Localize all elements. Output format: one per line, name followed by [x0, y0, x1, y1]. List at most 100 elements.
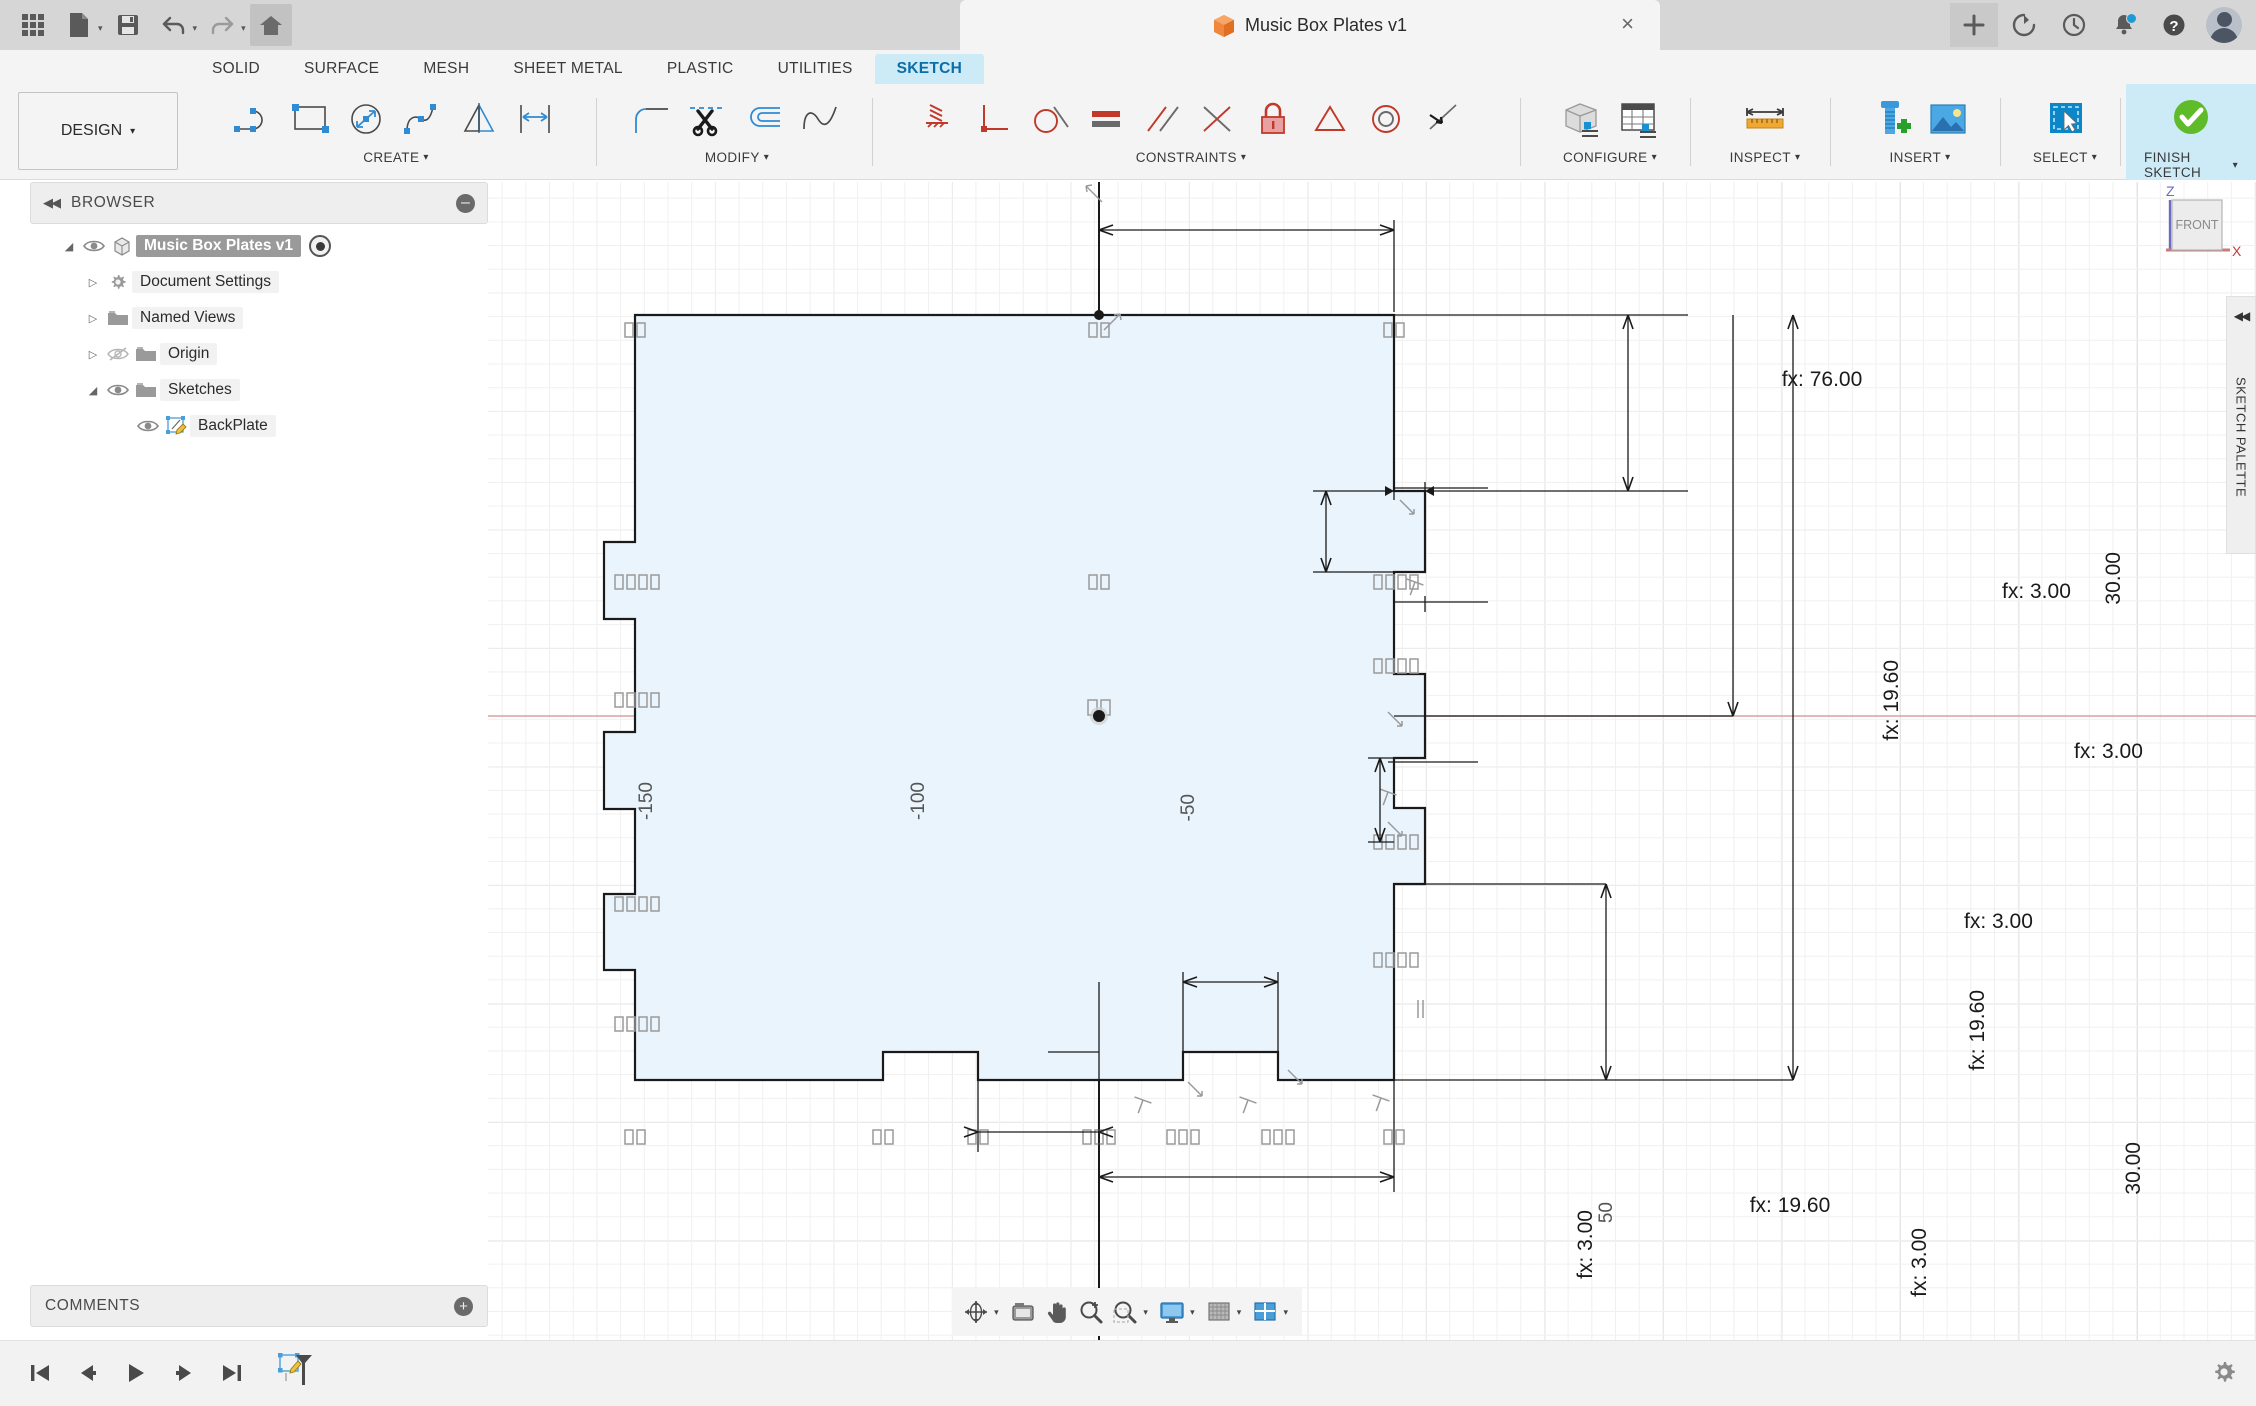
close-icon[interactable]: × [1621, 14, 1634, 34]
ribbon-group-finish-sketch-label[interactable]: FINISH SKETCH ▾ [2144, 150, 2238, 180]
tab-sketch[interactable]: SKETCH [875, 54, 985, 84]
trim-icon[interactable] [682, 91, 736, 147]
orbit-icon[interactable] [960, 1292, 992, 1332]
expand-arrow-icon[interactable]: ▷ [82, 312, 104, 325]
dimension-right-segment-1[interactable]: fx: 19.60 [1880, 660, 1904, 741]
app-grid-icon[interactable] [12, 4, 54, 46]
chevron-down-icon[interactable]: ▾ [994, 1307, 999, 1318]
activate-component-radio[interactable] [309, 235, 331, 257]
look-at-icon[interactable] [1007, 1292, 1039, 1332]
parallel-icon[interactable] [1136, 91, 1190, 147]
display-settings-icon[interactable] [1156, 1292, 1188, 1332]
tree-item-sketches[interactable]: ◢ Sketches [30, 372, 488, 408]
offset-curve-icon[interactable] [738, 91, 792, 147]
tree-item-music-box-plates[interactable]: ◢ Music Box Plates v1 [30, 228, 488, 264]
pan-icon[interactable] [1041, 1292, 1073, 1332]
offset-icon[interactable] [509, 91, 563, 147]
workspace-switcher[interactable]: DESIGN ▾ [18, 92, 178, 170]
concentric-icon[interactable] [1360, 91, 1414, 147]
dimension-right-notch-3[interactable]: fx: 3.00 [1964, 910, 2033, 934]
eye-hidden-icon[interactable] [104, 346, 132, 362]
dimension-bottom-left-notch[interactable]: fx: 3.00 [1574, 1210, 1598, 1279]
perpendicular-icon[interactable] [1192, 91, 1246, 147]
view-cube[interactable]: Z X FRONT [2152, 178, 2248, 274]
chevron-down-icon[interactable]: ▾ [1284, 1307, 1289, 1318]
go-to-start-icon[interactable] [18, 1351, 62, 1395]
tab-solid[interactable]: SOLID [190, 54, 282, 84]
tab-mesh[interactable]: MESH [401, 54, 491, 84]
ribbon-group-create-label[interactable]: CREATE ▾ [363, 150, 429, 165]
ribbon-group-finish-sketch[interactable]: FINISH SKETCH ▾ [2126, 84, 2256, 180]
timeline-sketch-backplate-icon[interactable] [276, 1351, 320, 1395]
expand-arrow-icon[interactable]: ◢ [58, 240, 80, 253]
configure-table-icon[interactable] [1611, 91, 1665, 147]
step-back-icon[interactable] [66, 1351, 110, 1395]
redo-icon[interactable] [201, 4, 243, 46]
tree-item-named-views[interactable]: ▷ Named Views [30, 300, 488, 336]
expand-arrow-icon[interactable]: ▷ [82, 348, 104, 361]
tree-item-document-settings[interactable]: ▷ Document Settings [30, 264, 488, 300]
comments-panel-header[interactable]: COMMENTS + [30, 1285, 488, 1327]
tree-item-backplate[interactable]: BackPlate [30, 408, 488, 444]
insert-image-icon[interactable] [1921, 91, 1975, 147]
home-icon[interactable] [250, 4, 292, 46]
go-to-end-icon[interactable] [210, 1351, 254, 1395]
sketch-canvas[interactable]: -150 -100 -50 50 fx: 76.00 fx: 3.00 30.0… [488, 182, 2256, 1340]
fix-lock-icon[interactable] [1248, 91, 1302, 147]
rectangle-icon[interactable] [285, 91, 339, 147]
configure-body-icon[interactable] [1555, 91, 1609, 147]
tab-surface[interactable]: SURFACE [282, 54, 401, 84]
dimension-bottom-right-notch[interactable]: fx: 3.00 [1908, 1228, 1932, 1297]
grid-snap-icon[interactable] [1203, 1292, 1235, 1332]
tab-utilities[interactable]: UTILITIES [756, 54, 875, 84]
dimension-right-segment-2[interactable]: fx: 19.60 [1966, 990, 1990, 1071]
ribbon-group-select-label[interactable]: SELECT ▾ [2033, 150, 2097, 165]
finish-sketch-check-icon[interactable] [2164, 91, 2218, 147]
coincident-icon[interactable] [968, 91, 1022, 147]
settings-gear-icon[interactable] [2210, 1358, 2238, 1391]
midpoint-icon[interactable] [1304, 91, 1358, 147]
insert-mcmaster-icon[interactable] [1865, 91, 1919, 147]
dimension-top-notch-height[interactable]: fx: 3.00 [2002, 580, 2071, 604]
spline-icon[interactable] [397, 91, 451, 147]
zoom-window-icon[interactable] [1109, 1292, 1141, 1332]
expand-arrow-icon[interactable]: ◢ [82, 384, 104, 397]
collapse-right-icon[interactable]: ◀◀ [2234, 309, 2248, 323]
add-comment-icon[interactable]: + [454, 1297, 473, 1316]
curvature-icon[interactable] [794, 91, 848, 147]
viewports-icon[interactable] [1249, 1292, 1281, 1332]
chevron-down-icon[interactable]: ▾ [1143, 1307, 1148, 1318]
tangent-icon[interactable] [1024, 91, 1078, 147]
dimension-right-gap-2[interactable]: 30.00 [2122, 1142, 2146, 1195]
play-icon[interactable] [114, 1351, 158, 1395]
horizontal-vertical-icon[interactable] [912, 91, 966, 147]
measure-icon[interactable] [1738, 91, 1792, 147]
recent-icon[interactable] [2050, 3, 2098, 47]
new-file-icon[interactable] [58, 4, 100, 46]
ribbon-group-inspect-label[interactable]: INSPECT ▾ [1730, 150, 1801, 165]
notifications-icon[interactable] [2100, 3, 2148, 47]
mirror-icon[interactable] [453, 91, 507, 147]
eye-visible-icon[interactable] [134, 419, 162, 433]
ribbon-group-modify-label[interactable]: MODIFY ▾ [705, 150, 769, 165]
ribbon-group-constraints-label[interactable]: CONSTRAINTS ▾ [1136, 150, 1247, 165]
fillet-icon[interactable] [626, 91, 680, 147]
eye-visible-icon[interactable] [104, 383, 132, 397]
ribbon-group-configure-label[interactable]: CONFIGURE ▾ [1563, 150, 1657, 165]
tab-plastic[interactable]: PLASTIC [645, 54, 756, 84]
expand-arrow-icon[interactable]: ▷ [82, 276, 104, 289]
circle-icon[interactable] [341, 91, 395, 147]
new-tab-icon[interactable] [1950, 3, 1998, 47]
dimension-bottom-notch-width[interactable]: fx: 19.60 [1750, 1194, 1831, 1218]
undo-icon[interactable] [153, 4, 195, 46]
undo-caret-icon[interactable]: ▾ [193, 23, 198, 34]
new-file-caret-icon[interactable]: ▾ [98, 23, 103, 34]
step-forward-icon[interactable] [162, 1351, 206, 1395]
dimension-right-notch-2[interactable]: fx: 3.00 [2074, 740, 2143, 764]
sketch-palette-tab[interactable]: ◀◀ SKETCH PALETTE [2226, 296, 2256, 554]
collapse-left-icon[interactable]: ◀◀ [43, 195, 59, 211]
dimension-top-width[interactable]: fx: 76.00 [1782, 368, 1863, 392]
save-icon[interactable] [107, 4, 149, 46]
tree-item-origin[interactable]: ▷ Origin [30, 336, 488, 372]
ribbon-group-insert-label[interactable]: INSERT ▾ [1889, 150, 1950, 165]
